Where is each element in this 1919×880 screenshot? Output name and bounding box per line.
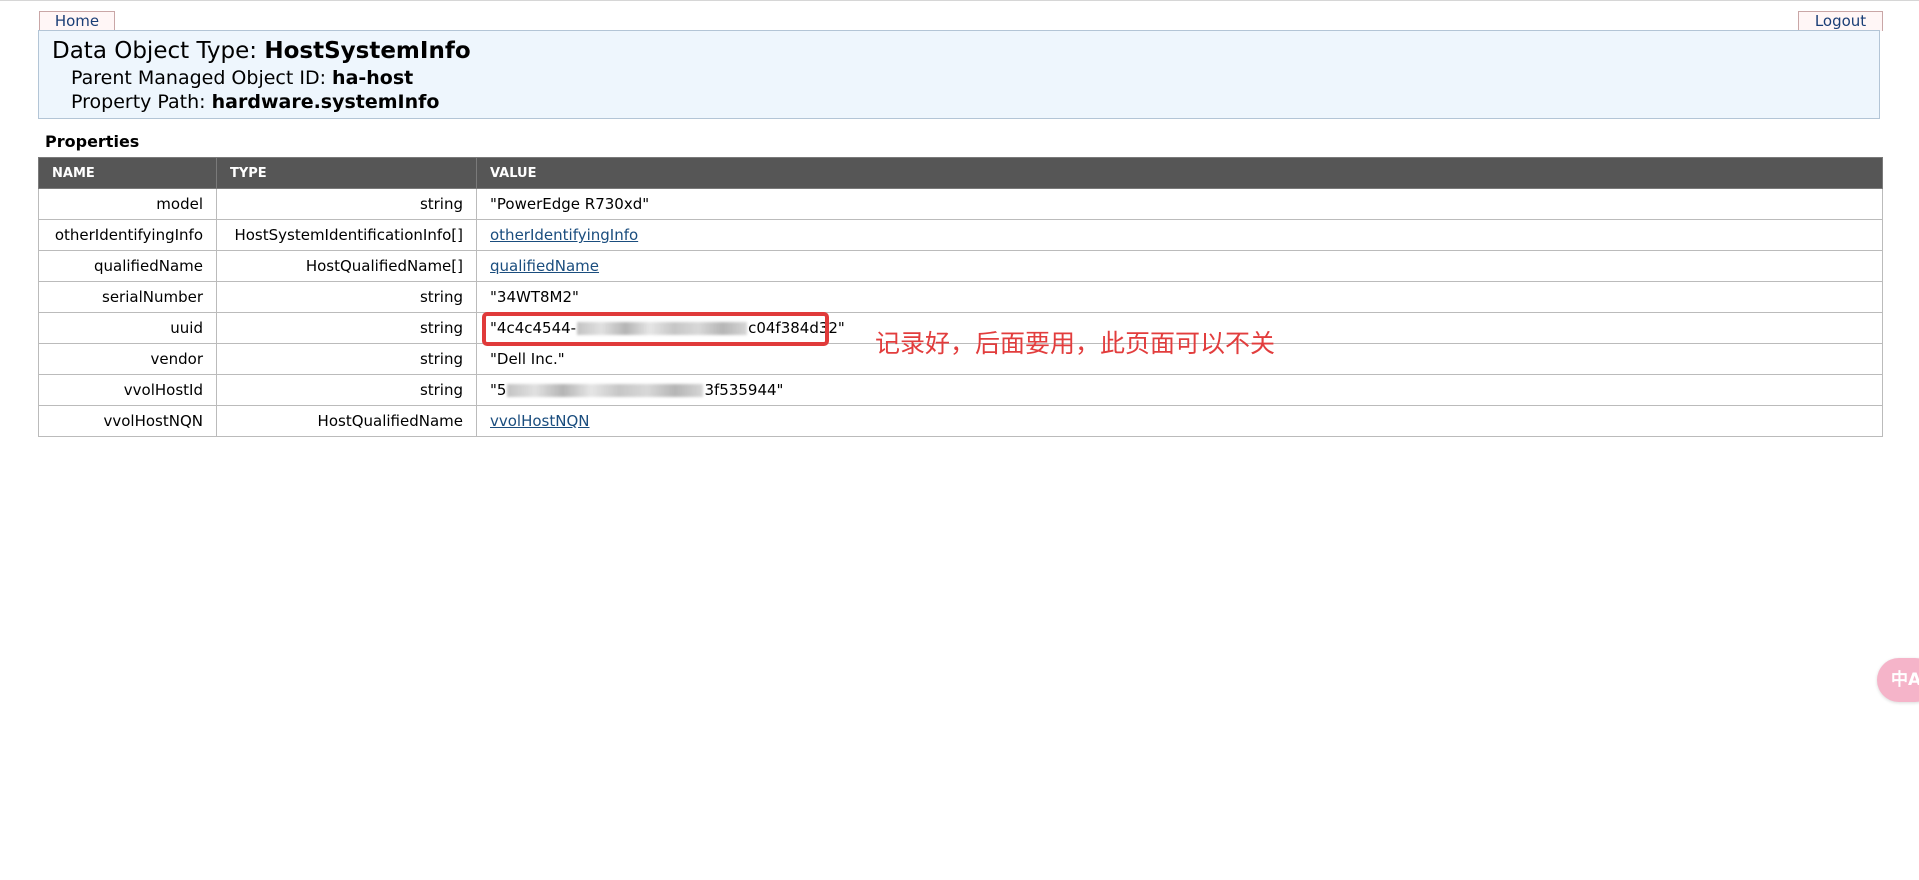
other-identifying-info-link[interactable]: otherIdentifyingInfo [490, 226, 638, 244]
row-value: otherIdentifyingInfo [476, 219, 1883, 251]
properties-table: NAME TYPE VALUE model string "PowerEdge … [38, 157, 1883, 437]
top-divider [0, 0, 1919, 1]
row-type: HostQualifiedName[] [216, 250, 477, 282]
row-type: HostSystemIdentificationInfo[] [216, 219, 477, 251]
vvol-host-nqn-link[interactable]: vvolHostNQN [490, 412, 590, 430]
uuid-highlight-box [482, 312, 829, 346]
logout-button[interactable]: Logout [1798, 11, 1883, 31]
row-type: string [216, 188, 477, 220]
row-name: serialNumber [38, 281, 217, 313]
row-value: "34WT8M2" [476, 281, 1883, 313]
translate-icon: 中A [1891, 670, 1919, 690]
row-value: vvolHostNQN [476, 405, 1883, 437]
row-name: qualifiedName [38, 250, 217, 282]
row-value-vvol-host-id: "5 3f535944" [476, 374, 1883, 406]
table-row: model string "PowerEdge R730xd" [38, 188, 1883, 220]
table-row: serialNumber string "34WT8M2" [38, 281, 1883, 313]
home-button[interactable]: Home [39, 11, 115, 31]
table-row: otherIdentifyingInfo HostSystemIdentific… [38, 219, 1883, 251]
row-type: string [216, 312, 477, 344]
vvol-id-prefix: "5 [490, 381, 507, 399]
table-row: vvolHostId string "5 3f535944" [38, 374, 1883, 406]
row-value: "PowerEdge R730xd" [476, 188, 1883, 220]
column-header-name: NAME [38, 157, 217, 189]
row-name: vvolHostId [38, 374, 217, 406]
row-name: uuid [38, 312, 217, 344]
qualified-name-link[interactable]: qualifiedName [490, 257, 599, 275]
row-name: vvolHostNQN [38, 405, 217, 437]
property-path-line: Property Path: hardware.systemInfo [71, 91, 439, 113]
row-type: string [216, 281, 477, 313]
row-type: string [216, 374, 477, 406]
column-header-type: TYPE [216, 157, 477, 189]
table-row: vvolHostNQN HostQualifiedName vvolHostNQ… [38, 405, 1883, 437]
row-type: string [216, 343, 477, 375]
table-row: qualifiedName HostQualifiedName[] qualif… [38, 250, 1883, 282]
parent-id-line: Parent Managed Object ID: ha-host [71, 67, 413, 89]
row-value: qualifiedName [476, 250, 1883, 282]
type-value: HostSystemInfo [264, 38, 471, 64]
table-header-row: NAME TYPE VALUE [38, 157, 1883, 189]
row-name: model [38, 188, 217, 220]
column-header-value: VALUE [476, 157, 1883, 189]
row-name: vendor [38, 343, 217, 375]
type-label: Data Object Type: [52, 38, 258, 64]
translate-button[interactable]: 中A [1877, 658, 1919, 702]
object-header: Data Object Type: HostSystemInfo Parent … [38, 30, 1880, 119]
page-title: Data Object Type: HostSystemInfo [52, 38, 471, 64]
path-label: Property Path: [71, 91, 206, 113]
row-name: otherIdentifyingInfo [38, 219, 217, 251]
parent-label: Parent Managed Object ID: [71, 67, 326, 89]
row-type: HostQualifiedName [216, 405, 477, 437]
vvol-id-suffix: 3f535944" [704, 381, 784, 399]
parent-value: ha-host [332, 67, 414, 89]
properties-title: Properties [45, 132, 140, 151]
redacted-blur [507, 384, 704, 397]
annotation-text: 记录好，后面要用，此页面可以不关 [875, 329, 1276, 358]
path-value: hardware.systemInfo [211, 91, 440, 113]
